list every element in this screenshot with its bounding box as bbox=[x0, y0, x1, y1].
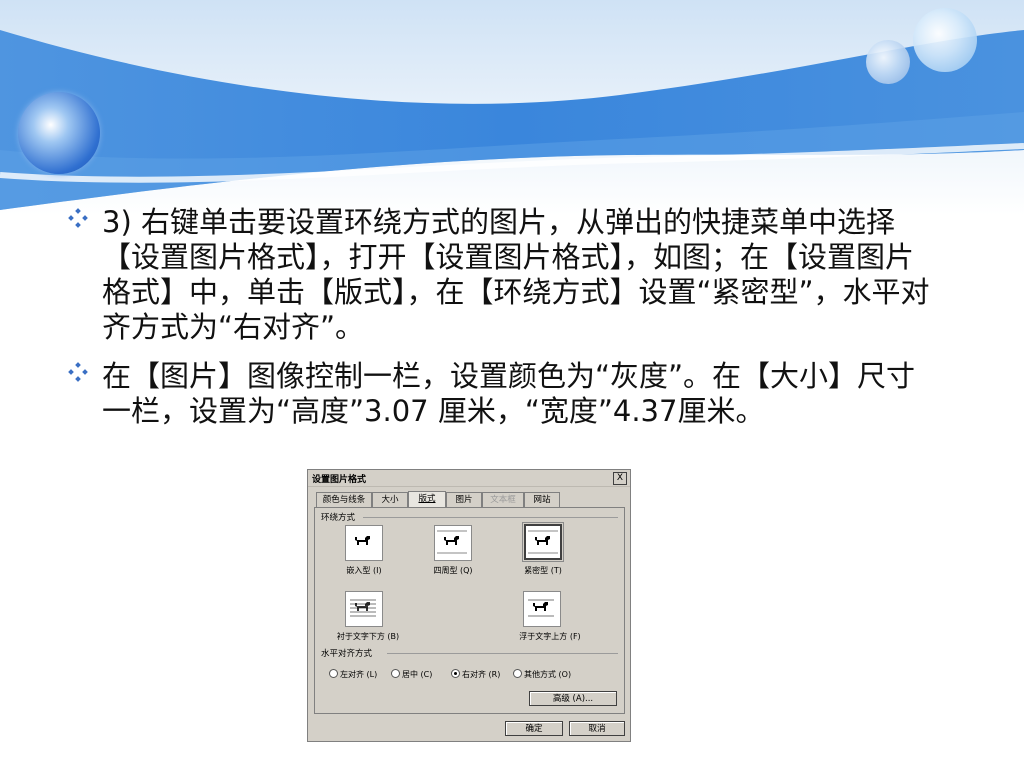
wrap-divider bbox=[363, 517, 618, 518]
advanced-button[interactable]: 高级 (A)... bbox=[529, 691, 617, 706]
orb-right-large bbox=[913, 8, 977, 72]
radio-dot-selected bbox=[451, 669, 460, 678]
wrap-square-label: 四周型 (Q) bbox=[433, 566, 473, 575]
diamond-bullet-icon bbox=[68, 362, 88, 382]
halign-right-radio[interactable]: 右对齐 (R) bbox=[451, 669, 500, 680]
format-picture-dialog: 设置图片格式 X 颜色与线条 大小 版式 图片 文本框 网站 环绕方式 嵌入型 … bbox=[307, 469, 631, 742]
halign-divider bbox=[387, 653, 618, 654]
halign-group-label: 水平对齐方式 bbox=[321, 649, 373, 659]
halign-center-radio[interactable]: 居中 (C) bbox=[391, 669, 432, 680]
wrap-front-button[interactable] bbox=[523, 591, 561, 627]
dog-square-icon bbox=[437, 530, 467, 554]
wrap-behind-label: 衬于文字下方 (B) bbox=[336, 632, 400, 641]
halign-left-radio[interactable]: 左对齐 (L) bbox=[329, 669, 377, 680]
header-banner bbox=[0, 0, 1024, 215]
wrap-group-label: 环绕方式 bbox=[321, 513, 356, 523]
wrap-inline-label: 嵌入型 (I) bbox=[346, 566, 382, 575]
dialog-title: 设置图片格式 bbox=[312, 475, 367, 485]
diamond-bullet-icon bbox=[68, 208, 88, 228]
orb-right-small bbox=[866, 40, 910, 84]
halign-center-label: 居中 (C) bbox=[402, 670, 433, 679]
dog-tight-icon bbox=[528, 530, 558, 554]
dog-front-icon bbox=[528, 599, 554, 617]
radio-dot bbox=[329, 669, 338, 678]
close-icon[interactable]: X bbox=[613, 472, 627, 485]
bullet-text-1: 3) 右键单击要设置环绕方式的图片，从弹出的快捷菜单中选择【设置图片格式】，打开… bbox=[102, 205, 930, 344]
header-wave bbox=[0, 0, 1024, 215]
orb-left bbox=[18, 92, 100, 174]
tab-colors-lines[interactable]: 颜色与线条 bbox=[316, 492, 372, 507]
halign-right-label: 右对齐 (R) bbox=[462, 670, 501, 679]
dog-behind-icon bbox=[350, 599, 376, 617]
wrap-square-button[interactable] bbox=[434, 525, 472, 561]
halign-other-radio[interactable]: 其他方式 (O) bbox=[513, 669, 571, 680]
bullet-list: 3) 右键单击要设置环绕方式的图片，从弹出的快捷菜单中选择【设置图片格式】，打开… bbox=[68, 205, 938, 443]
wrap-front-label: 浮于文字上方 (F) bbox=[519, 632, 581, 641]
radio-dot bbox=[391, 669, 400, 678]
wrap-tight-label: 紧密型 (T) bbox=[524, 566, 562, 575]
bullet-item-2: 在【图片】图像控制一栏，设置颜色为“灰度”。在【大小】尺寸一栏，设置为“高度”3… bbox=[68, 359, 938, 429]
halign-other-label: 其他方式 (O) bbox=[524, 670, 572, 679]
dialog-titlebar: 设置图片格式 X bbox=[308, 470, 630, 487]
dog-inline-icon bbox=[355, 536, 370, 545]
tab-size[interactable]: 大小 bbox=[372, 492, 408, 507]
tab-textbox: 文本框 bbox=[482, 492, 524, 507]
ok-button[interactable]: 确定 bbox=[505, 721, 563, 736]
tab-picture[interactable]: 图片 bbox=[446, 492, 482, 507]
wrap-inline-button[interactable] bbox=[345, 525, 383, 561]
wrap-behind-button[interactable] bbox=[345, 591, 383, 627]
wrap-tight-button[interactable] bbox=[522, 522, 564, 562]
tab-layout[interactable]: 版式 bbox=[408, 491, 446, 508]
cancel-button[interactable]: 取消 bbox=[569, 721, 625, 736]
bullet-text-2: 在【图片】图像控制一栏，设置颜色为“灰度”。在【大小】尺寸一栏，设置为“高度”3… bbox=[102, 359, 916, 428]
layout-panel: 环绕方式 嵌入型 (I) 四周型 (Q) 紧密型 (T) 衬于文字下方 (B) … bbox=[314, 507, 625, 714]
tab-website[interactable]: 网站 bbox=[524, 492, 560, 507]
bullet-item-1: 3) 右键单击要设置环绕方式的图片，从弹出的快捷菜单中选择【设置图片格式】，打开… bbox=[68, 205, 938, 345]
halign-left-label: 左对齐 (L) bbox=[340, 670, 378, 679]
radio-dot bbox=[513, 669, 522, 678]
